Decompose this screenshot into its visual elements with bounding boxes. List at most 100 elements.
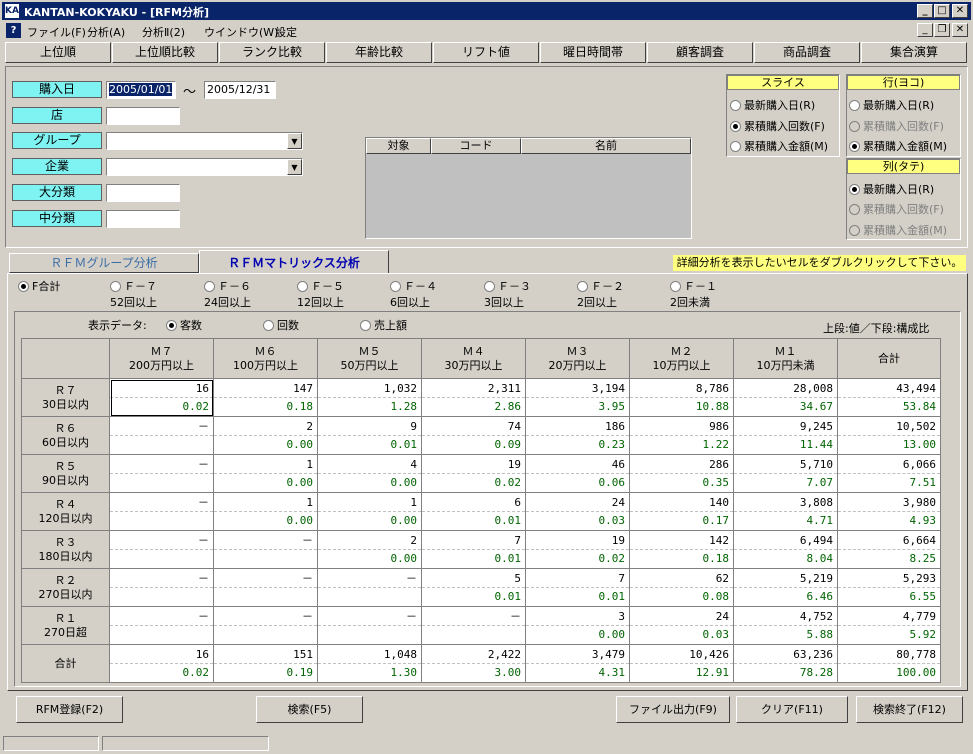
matrix-cell[interactable]: － — [109, 568, 214, 607]
matrix-cell[interactable]: 1 0.00 — [213, 492, 318, 531]
matrix-cell[interactable]: 80,778 100.00 — [837, 644, 941, 683]
matrix-cell[interactable]: 3,194 3.95 — [525, 378, 630, 417]
f-filter-2[interactable]: Ｆ－２ — [577, 278, 624, 294]
date-to-input[interactable]: 2005/12/31 — [204, 81, 276, 99]
matrix-cell[interactable]: 1,048 1.30 — [317, 644, 422, 683]
matrix-cell[interactable]: 16 0.02 — [109, 644, 214, 683]
menu-file[interactable]: ファイル(F) — [27, 24, 86, 40]
major-category-input[interactable] — [106, 184, 180, 202]
target-list[interactable]: 対象 コード 名前 — [365, 137, 692, 239]
matrix-cell[interactable]: 6,664 8.25 — [837, 530, 941, 569]
matrix-cell[interactable]: 5,219 6.46 — [733, 568, 838, 607]
matrix-cell[interactable]: 3,808 4.71 — [733, 492, 838, 531]
menu-analysis2[interactable]: 分析Ⅱ(2) — [142, 24, 185, 40]
menu-analysis[interactable]: 分析(A) — [87, 24, 125, 40]
minor-category-input[interactable] — [106, 210, 180, 228]
matrix-cell[interactable]: 3 0.00 — [525, 606, 630, 645]
column-header[interactable]: Ｍ５ 50万円以上 — [317, 338, 422, 379]
row-header[interactable]: Ｒ４ 120日以内 — [21, 492, 110, 531]
toolbar-customer-survey-button[interactable]: 顧客調査 — [647, 42, 753, 63]
matrix-cell[interactable]: 5,293 6.55 — [837, 568, 941, 607]
matrix-cell[interactable]: 147 0.18 — [213, 378, 318, 417]
f-filter-5[interactable]: Ｆ－５ — [297, 278, 344, 294]
matrix-cell[interactable]: 2 0.00 — [317, 530, 422, 569]
matrix-cell[interactable]: 5,710 7.07 — [733, 454, 838, 493]
col-axis-option-f[interactable]: 累積購入回数(F) — [849, 201, 944, 217]
rfm-register-button[interactable]: RFM登録(F2) — [16, 696, 123, 723]
f-filter-6[interactable]: Ｆ－６ — [204, 278, 251, 294]
matrix-cell[interactable]: 62 0.08 — [629, 568, 734, 607]
toolbar-ranking-button[interactable]: 上位順 — [5, 42, 111, 63]
toolbar-set-operation-button[interactable]: 集合演算 — [861, 42, 967, 63]
matrix-cell[interactable]: 1 0.00 — [213, 454, 318, 493]
f-filter-1[interactable]: Ｆ－１ — [670, 278, 717, 294]
matrix-cell[interactable]: 7 0.01 — [525, 568, 630, 607]
matrix-cell[interactable]: 6,066 7.51 — [837, 454, 941, 493]
slice-option-r[interactable]: 最新購入日(R) — [730, 97, 815, 113]
row-axis-option-f[interactable]: 累積購入回数(F) — [849, 118, 944, 134]
toolbar-lift-button[interactable]: リフト値 — [433, 42, 539, 63]
display-option-count[interactable]: 回数 — [263, 317, 299, 333]
column-header[interactable]: Ｍ２ 10万円以上 — [629, 338, 734, 379]
matrix-cell[interactable]: 24 0.03 — [525, 492, 630, 531]
child-restore-button[interactable]: ❐ — [934, 23, 950, 37]
minimize-button[interactable]: _ — [917, 4, 933, 18]
row-header[interactable]: 合計 — [21, 644, 110, 683]
matrix-cell[interactable]: 74 0.09 — [421, 416, 526, 455]
row-axis-option-m[interactable]: 累積購入金額(M) — [849, 138, 947, 154]
row-axis-option-r[interactable]: 最新購入日(R) — [849, 97, 934, 113]
matrix-cell[interactable]: 4,752 5.88 — [733, 606, 838, 645]
matrix-cell[interactable]: 2 0.00 — [213, 416, 318, 455]
menu-settings[interactable]: 設定 — [275, 24, 297, 40]
display-option-sales[interactable]: 売上額 — [360, 317, 407, 333]
f-filter-total[interactable]: F合計 — [18, 278, 60, 294]
f-filter-4[interactable]: Ｆ－４ — [390, 278, 437, 294]
matrix-cell[interactable]: 5 0.01 — [421, 568, 526, 607]
matrix-cell[interactable]: 16 0.02 — [109, 378, 214, 417]
column-header[interactable]: Ｍ１ 10万円未満 — [733, 338, 838, 379]
matrix-cell[interactable]: 6 0.01 — [421, 492, 526, 531]
column-header[interactable]: Ｍ３ 20万円以上 — [525, 338, 630, 379]
tab-rfm-group[interactable]: ＲＦＭグループ分析 — [9, 253, 199, 273]
group-select[interactable]: ▼ — [106, 132, 303, 150]
matrix-cell[interactable]: － — [317, 606, 422, 645]
column-header-total[interactable]: 合計 — [837, 338, 941, 379]
target-list-header-code[interactable]: コード — [431, 138, 521, 154]
matrix-cell[interactable]: 2,311 2.86 — [421, 378, 526, 417]
slice-option-f[interactable]: 累積購入回数(F) — [730, 118, 825, 134]
chevron-down-icon[interactable]: ▼ — [287, 133, 302, 149]
matrix-cell[interactable]: 3,980 4.93 — [837, 492, 941, 531]
target-list-header-name[interactable]: 名前 — [521, 138, 691, 154]
matrix-cell[interactable]: 8,786 10.88 — [629, 378, 734, 417]
row-header[interactable]: Ｒ７ 30日以内 — [21, 378, 110, 417]
toolbar-age-compare-button[interactable]: 年齢比較 — [326, 42, 432, 63]
menu-window[interactable]: ウインドウ(W) — [204, 24, 278, 40]
row-header[interactable]: Ｒ２ 270日以内 — [21, 568, 110, 607]
matrix-cell[interactable]: 43,494 53.84 — [837, 378, 941, 417]
matrix-cell[interactable]: － — [109, 606, 214, 645]
matrix-cell[interactable]: 986 1.22 — [629, 416, 734, 455]
tab-rfm-matrix[interactable]: ＲＦＭマトリックス分析 — [199, 250, 389, 274]
matrix-cell[interactable]: 9,245 11.44 — [733, 416, 838, 455]
row-header[interactable]: Ｒ１ 270日超 — [21, 606, 110, 645]
matrix-cell[interactable]: 46 0.06 — [525, 454, 630, 493]
matrix-cell[interactable]: 24 0.03 — [629, 606, 734, 645]
matrix-cell[interactable]: 19 0.02 — [421, 454, 526, 493]
matrix-cell[interactable]: 28,008 34.67 — [733, 378, 838, 417]
matrix-cell[interactable]: － — [213, 530, 318, 569]
matrix-cell[interactable]: 63,236 78.28 — [733, 644, 838, 683]
file-output-button[interactable]: ファイル出力(F9) — [616, 696, 730, 723]
toolbar-rank-compare-button[interactable]: ランク比較 — [219, 42, 325, 63]
child-close-button[interactable]: ✕ — [952, 23, 968, 37]
child-minimize-button[interactable]: _ — [917, 23, 933, 37]
matrix-cell[interactable]: － — [109, 530, 214, 569]
matrix-cell[interactable]: 6,494 8.04 — [733, 530, 838, 569]
slice-option-m[interactable]: 累積購入金額(M) — [730, 138, 828, 154]
toolbar-ranking-compare-button[interactable]: 上位順比較 — [112, 42, 218, 63]
matrix-cell[interactable]: 2,422 3.00 — [421, 644, 526, 683]
col-axis-option-m[interactable]: 累積購入金額(M) — [849, 222, 947, 238]
f-filter-3[interactable]: Ｆ－３ — [484, 278, 531, 294]
col-axis-option-r[interactable]: 最新購入日(R) — [849, 181, 934, 197]
row-header[interactable]: Ｒ５ 90日以内 — [21, 454, 110, 493]
matrix-cell[interactable]: － — [213, 606, 318, 645]
